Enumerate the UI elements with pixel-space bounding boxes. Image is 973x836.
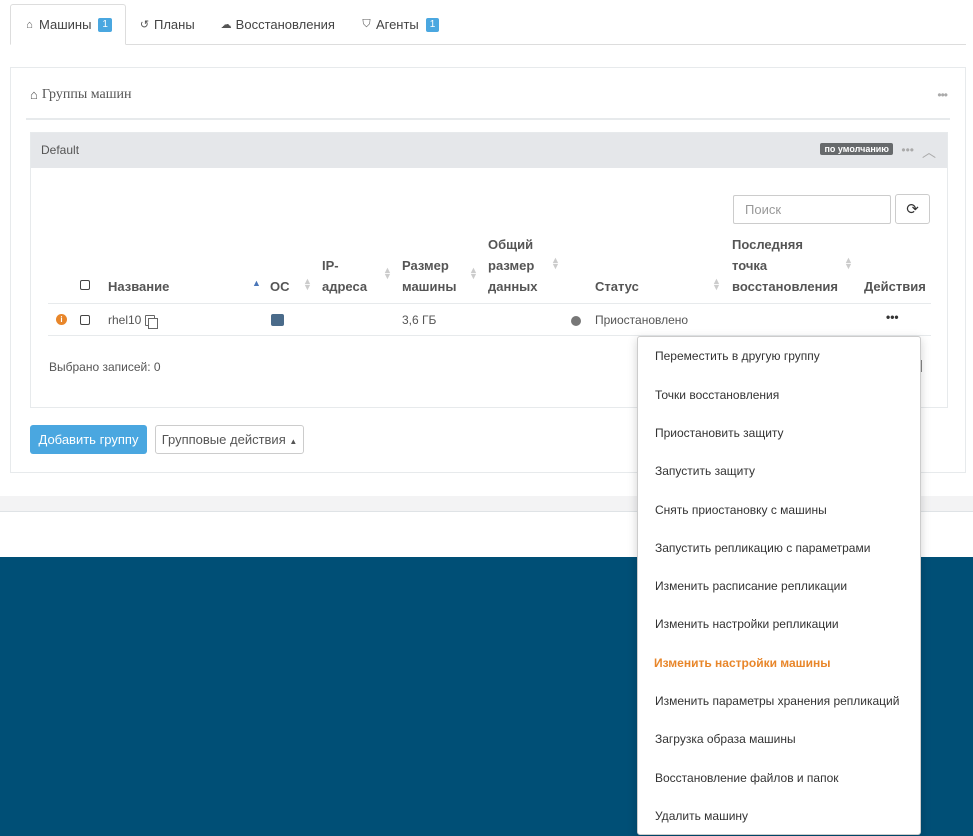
search-input[interactable] — [733, 195, 891, 224]
sort-icon[interactable]: ▲ ▼ — [469, 266, 478, 281]
table-row[interactable]: i rhel10 3,6 ГБ Приостановлено ••• — [48, 304, 931, 336]
th-last-line3: восстановления — [732, 279, 839, 294]
default-badge: по умолчанию — [820, 143, 893, 155]
th-total[interactable]: Общий размер данных — [488, 234, 538, 297]
linux-icon — [271, 314, 284, 326]
th-status[interactable]: Статус — [595, 276, 639, 297]
cell-size: 3,6 ГБ — [402, 313, 437, 327]
menu-item-edit-retention[interactable]: Изменить параметры хранения репликаций — [655, 694, 899, 708]
th-size[interactable]: Размер машины — [402, 255, 456, 297]
chevron-up-icon[interactable]: ︿ — [922, 142, 936, 162]
th-actions: Действия — [864, 279, 926, 294]
menu-item-edit-replication-settings[interactable]: Изменить настройки репликации — [655, 617, 839, 631]
row-checkbox[interactable] — [80, 315, 90, 325]
panel-menu-icon[interactable]: ••• — [937, 88, 948, 102]
copy-icon[interactable] — [145, 315, 159, 329]
cell-name: rhel10 — [108, 313, 159, 329]
home-icon: ⌂ — [26, 18, 33, 31]
panel-divider — [26, 118, 950, 120]
group-menu-icon[interactable]: ••• — [901, 143, 914, 157]
caret-up-icon: ▲ — [289, 437, 298, 446]
tab-restores[interactable]: ☁ Восстановления — [208, 4, 348, 45]
menu-item-delete-machine[interactable]: Удалить машину — [655, 809, 748, 823]
bulk-actions-button[interactable]: Групповые действия ▲ — [155, 425, 304, 454]
pagination-edge — [921, 360, 922, 372]
panel-title-text: Группы машин — [41, 87, 132, 102]
menu-item-move-group[interactable]: Переместить в другую группу — [655, 349, 820, 363]
table-header-row: Название ▲ ОС ▲ ▼ IP- адреса ▲ ▼ Размер ма… — [48, 236, 931, 304]
menu-item-download-image[interactable]: Загрузка образа машины — [655, 732, 796, 746]
tab-restores-label: Восстановления — [235, 17, 335, 32]
machines-table: Название ▲ ОС ▲ ▼ IP- адреса ▲ ▼ Размер ма… — [48, 236, 931, 336]
tab-machines-badge: 1 — [98, 17, 112, 32]
th-last-point[interactable]: Последняя точка восстановления — [732, 234, 838, 297]
main-tabs: ⌂ Машины 1 ↺ Планы ☁ Восстановления ⛉ Аг… — [10, 4, 966, 45]
tab-plans[interactable]: ↺ Планы — [126, 4, 208, 45]
th-name[interactable]: Название — [108, 276, 169, 297]
selected-count: Выбрано записей: 0 — [49, 360, 161, 374]
menu-item-start-replication[interactable]: Запустить репликацию с параметрами — [655, 541, 870, 555]
history-icon: ↺ — [139, 19, 150, 31]
refresh-button[interactable]: ⟳ — [895, 194, 930, 224]
sort-icon[interactable]: ▲ ▼ — [303, 277, 312, 292]
th-total-line3: данных — [488, 279, 538, 294]
tab-agents[interactable]: ⛉ Агенты 1 — [348, 4, 452, 45]
bulk-actions-label: Групповые действия — [161, 432, 286, 447]
row-actions-icon[interactable]: ••• — [886, 310, 899, 324]
machine-name: rhel10 — [108, 313, 142, 327]
menu-item-recovery-points[interactable]: Точки восстановления — [655, 388, 779, 402]
th-total-line2: размер — [488, 258, 535, 273]
menu-item-edit-machine-settings[interactable]: Изменить настройки машины — [654, 656, 831, 670]
menu-item-pause-protection[interactable]: Приостановить защиту — [655, 426, 784, 440]
add-group-button[interactable]: Добавить группу — [30, 425, 147, 454]
tab-machines[interactable]: ⌂ Машины 1 — [10, 4, 126, 45]
home-icon: ⌂ — [30, 87, 38, 102]
group-header: Default по умолчанию ••• ︿ — [31, 133, 947, 168]
sort-icon[interactable]: ▲ ▼ — [383, 266, 392, 281]
th-os[interactable]: ОС — [270, 276, 290, 297]
group-name: Default — [41, 143, 80, 157]
menu-item-file-restore[interactable]: Восстановление файлов и папок — [655, 771, 839, 785]
sort-icon[interactable]: ▲ ▼ — [712, 277, 721, 292]
cloud-icon: ☁ — [220, 19, 232, 31]
menu-item-start-protection[interactable]: Запустить защиту — [655, 464, 755, 478]
info-icon[interactable]: i — [56, 314, 67, 325]
panel-title: ⌂ Группы машин — [30, 87, 131, 103]
tab-machines-label: Машины — [39, 17, 92, 32]
shield-icon: ⛉ — [362, 18, 371, 30]
sort-asc-icon[interactable]: ▲ — [252, 279, 261, 288]
status-icon — [571, 316, 581, 326]
refresh-icon: ⟳ — [906, 201, 919, 218]
th-size-line1: Размер — [402, 258, 449, 273]
cell-status: Приостановлено — [595, 313, 689, 327]
tab-plans-label: Планы — [153, 17, 195, 32]
select-all-checkbox[interactable] — [80, 280, 90, 290]
menu-item-edit-schedule[interactable]: Изменить расписание репликации — [655, 579, 847, 593]
th-ip-line2: адреса — [322, 279, 368, 294]
th-ip[interactable]: IP- адреса — [322, 255, 367, 297]
th-last-line1: Последняя — [732, 237, 803, 252]
th-last-line2: точка — [732, 258, 768, 273]
menu-item-unpause-machine[interactable]: Снять приостановку с машины — [655, 503, 827, 517]
row-actions-menu: Переместить в другую группу Точки восста… — [637, 336, 921, 835]
th-ip-line1: IP- — [322, 258, 339, 273]
tab-agents-label: Агенты — [375, 17, 419, 32]
tab-agents-badge: 1 — [425, 17, 440, 32]
th-size-line2: машины — [402, 279, 457, 294]
sort-icon[interactable]: ▲ ▼ — [844, 256, 853, 271]
sort-icon[interactable]: ▲ ▼ — [551, 256, 560, 271]
th-total-line1: Общий — [488, 237, 534, 252]
